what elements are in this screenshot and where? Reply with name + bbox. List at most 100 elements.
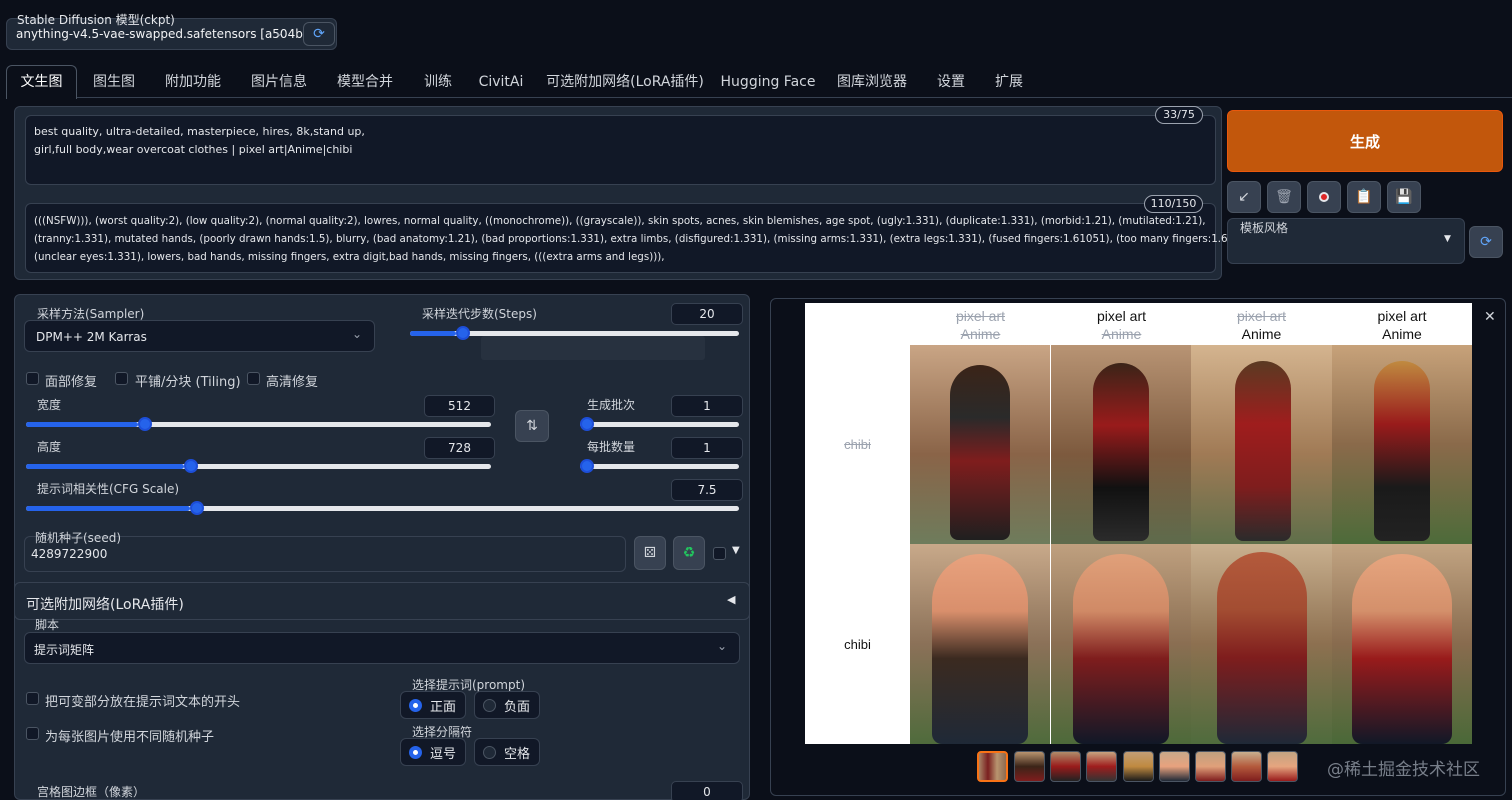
grid-border-label: 宫格图边框（像素） xyxy=(37,785,146,799)
figure-silhouette xyxy=(1093,363,1149,541)
height-label: 高度 xyxy=(37,440,62,454)
radio-negative[interactable]: 负面 xyxy=(474,691,540,719)
thumbnail-4[interactable] xyxy=(1123,751,1154,782)
tab-extras[interactable]: 附加功能 xyxy=(156,66,230,98)
save-style-button[interactable]: 💾 xyxy=(1387,181,1421,213)
batch-count-input[interactable]: 1 xyxy=(671,395,743,417)
cfg-input[interactable]: 7.5 xyxy=(671,479,743,501)
width-label: 宽度 xyxy=(37,398,62,412)
figure-silhouette xyxy=(1073,554,1169,744)
radio-space[interactable]: 空格 xyxy=(474,738,540,766)
col-header-3-line2: Anime xyxy=(1241,326,1282,342)
read-params-button[interactable]: ↙ xyxy=(1227,181,1261,213)
hires-checkbox[interactable] xyxy=(247,372,260,385)
variable-start-checkbox[interactable] xyxy=(26,692,39,705)
radio-dot xyxy=(483,745,496,759)
tab-extensions[interactable]: 扩展 xyxy=(986,66,1032,98)
positive-prompt-input[interactable]: best quality, ultra-detailed, masterpiec… xyxy=(25,115,1216,185)
radio-positive-label: 正面 xyxy=(430,699,457,715)
width-slider[interactable] xyxy=(26,417,491,431)
radio-dot xyxy=(409,698,422,712)
style-dropdown[interactable]: ▼ xyxy=(1232,234,1460,260)
positive-token-count: 33/75 xyxy=(1155,106,1203,124)
negative-token-count: 110/150 xyxy=(1144,195,1203,213)
model-refresh-button[interactable]: ⟳ xyxy=(303,22,335,46)
thumbnail-3[interactable] xyxy=(1086,751,1117,782)
different-seeds-label: 为每张图片使用不同随机种子 xyxy=(45,730,215,745)
steps-tooltip xyxy=(481,336,705,360)
radio-comma[interactable]: 逗号 xyxy=(400,738,466,766)
cfg-slider[interactable] xyxy=(26,501,739,515)
tab-train[interactable]: 训练 xyxy=(414,66,462,98)
script-value: 提示词矩阵 xyxy=(34,643,95,657)
tab-huggingface[interactable]: Hugging Face xyxy=(720,66,816,98)
radio-positive[interactable]: 正面 xyxy=(400,691,466,719)
reuse-seed-button[interactable]: ♻ xyxy=(673,536,705,570)
cfg-label: 提示词相关性(CFG Scale) xyxy=(37,482,180,496)
clear-prompt-button[interactable]: 🗑 xyxy=(1267,181,1301,213)
grid-cell-r1c2 xyxy=(1051,345,1191,544)
grid-cell-r1c1 xyxy=(910,345,1050,544)
tiling-checkbox[interactable] xyxy=(115,372,128,385)
tab-settings[interactable]: 设置 xyxy=(928,66,974,98)
grid-cell-r1c3 xyxy=(1191,345,1332,544)
height-slider[interactable] xyxy=(26,459,491,473)
thumbnail-2[interactable] xyxy=(1050,751,1081,782)
record-icon xyxy=(1319,192,1329,202)
swap-dimensions-button[interactable]: ⇅ xyxy=(515,410,549,442)
tab-lora[interactable]: 可选附加网络(LoRA插件) xyxy=(542,66,708,98)
refresh-icon: ⟳ xyxy=(313,26,325,42)
sampler-dropdown[interactable]: DPM++ 2M Karras ⌄ xyxy=(24,320,375,352)
script-label: 脚本 xyxy=(35,618,60,632)
extra-seed-checkbox[interactable] xyxy=(713,547,726,560)
save-icon: 💾 xyxy=(1395,189,1413,205)
dice-icon: ⚄ xyxy=(643,545,657,561)
thumbnail-6[interactable] xyxy=(1195,751,1226,782)
radio-dot xyxy=(409,745,422,759)
tab-txt2img[interactable]: 文生图 xyxy=(6,66,77,98)
generate-button[interactable]: 生成 xyxy=(1227,110,1503,172)
batch-size-input[interactable]: 1 xyxy=(671,437,743,459)
extra-seed-toggle-icon[interactable]: ▼ xyxy=(732,545,740,556)
grid-border-input[interactable]: 0 xyxy=(671,781,743,800)
close-icon[interactable]: ✕ xyxy=(1484,309,1496,325)
different-seeds-checkbox[interactable] xyxy=(26,727,39,740)
thumbnail-8[interactable] xyxy=(1267,751,1298,782)
radio-dot xyxy=(483,698,496,712)
row-header-1: chibi xyxy=(844,437,871,452)
trash-icon: 🗑 xyxy=(1275,189,1293,205)
tab-png-info[interactable]: 图片信息 xyxy=(242,66,316,98)
positive-prompt-line1: best quality, ultra-detailed, masterpiec… xyxy=(34,125,365,138)
batch-count-slider[interactable] xyxy=(580,417,739,431)
thumbnail-1[interactable] xyxy=(1014,751,1045,782)
negative-prompt-line1: (((NSFW))), (worst quality:2), (low qual… xyxy=(34,215,1206,227)
negative-prompt-line3: (unclear eyes:1.331), lowers, bad hands,… xyxy=(34,251,665,263)
thumbnail-5[interactable] xyxy=(1159,751,1190,782)
grid-cell-r2c3 xyxy=(1191,544,1332,744)
random-seed-button[interactable]: ⚄ xyxy=(634,536,666,570)
batch-size-slider[interactable] xyxy=(580,459,739,473)
extra-networks-button[interactable] xyxy=(1307,181,1341,213)
thumbnail-7[interactable] xyxy=(1231,751,1262,782)
steps-input[interactable]: 20 xyxy=(671,303,743,325)
script-dropdown[interactable]: 提示词矩阵 ⌄ xyxy=(24,632,740,664)
grid-cell-r2c1 xyxy=(910,544,1050,744)
tab-civitai[interactable]: CivitAi xyxy=(474,66,528,98)
chevron-down-icon: ⌄ xyxy=(717,639,728,653)
model-dropdown[interactable]: anything-v4.5-vae-swapped.safetensors [a… xyxy=(8,21,310,47)
width-input[interactable]: 512 xyxy=(424,395,495,417)
negative-prompt-input[interactable]: (((NSFW))), (worst quality:2), (low qual… xyxy=(25,203,1261,273)
style-refresh-button[interactable]: ⟳ xyxy=(1469,226,1503,258)
seed-input[interactable]: 4289722900 xyxy=(31,547,107,561)
batch-size-label: 每批数量 xyxy=(587,440,636,454)
col-header-2-line2: Anime xyxy=(1101,326,1142,342)
thumbnail-grid[interactable] xyxy=(977,751,1008,782)
grid-image[interactable]: pixel art Anime pixel art Anime pixel art A… xyxy=(805,303,1472,744)
tab-gallery[interactable]: 图库浏览器 xyxy=(828,66,916,98)
lora-section[interactable]: 可选附加网络(LoRA插件) ◀ xyxy=(14,582,750,620)
face-restore-checkbox[interactable] xyxy=(26,372,39,385)
height-input[interactable]: 728 xyxy=(424,437,495,459)
tab-merge[interactable]: 模型合并 xyxy=(328,66,402,98)
tab-img2img[interactable]: 图生图 xyxy=(82,66,146,98)
apply-style-button[interactable]: 📋 xyxy=(1347,181,1381,213)
